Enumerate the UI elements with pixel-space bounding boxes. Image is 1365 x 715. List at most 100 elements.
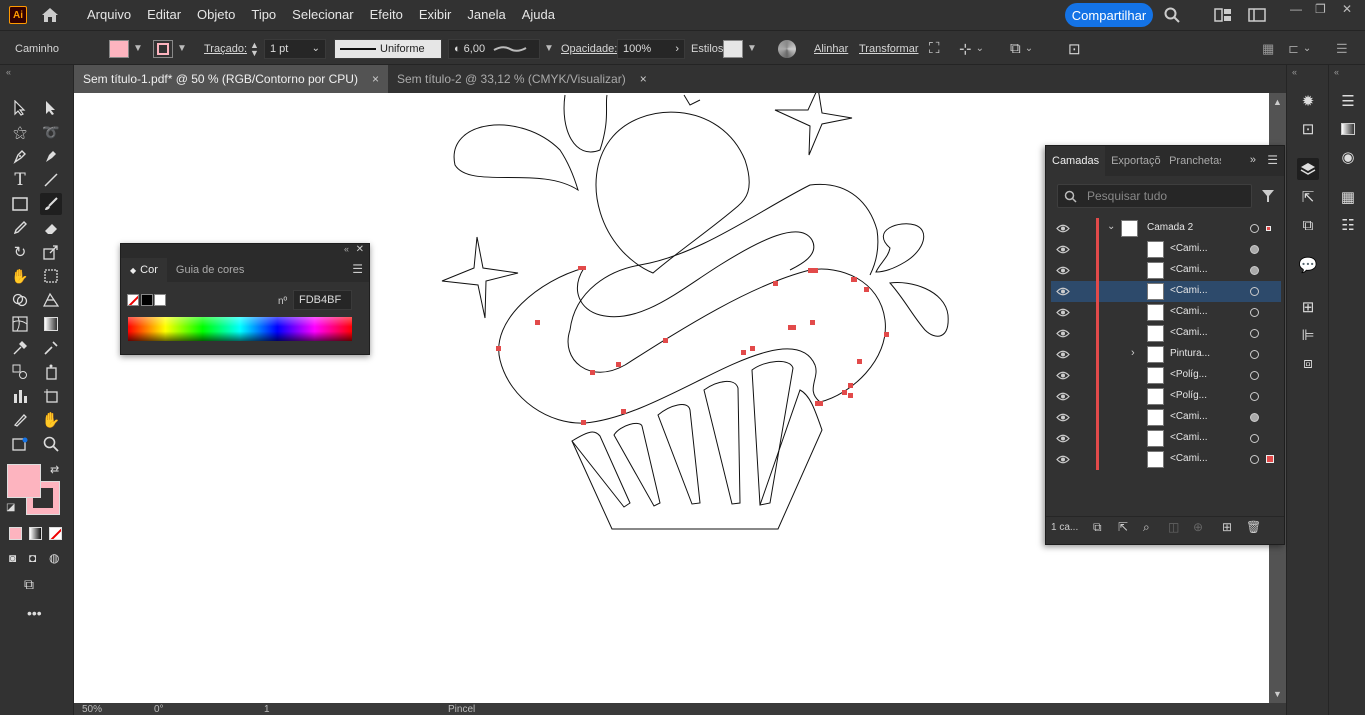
sublayer-row[interactable]: <Cami...: [1051, 407, 1281, 428]
chevron-right-icon[interactable]: ›: [1131, 347, 1135, 359]
black-swatch[interactable]: [141, 294, 153, 306]
visibility-eye-icon[interactable]: [1056, 370, 1070, 381]
selection-tool-icon[interactable]: [9, 97, 31, 119]
layer-name[interactable]: <Cami...: [1170, 411, 1208, 422]
isolate-icon[interactable]: ⛶: [929, 40, 940, 57]
libraries-icon[interactable]: ⊡: [1297, 118, 1319, 140]
lasso-tool-icon[interactable]: ➰: [40, 121, 62, 143]
zoom-tool-icon[interactable]: [40, 433, 62, 455]
home-icon[interactable]: [39, 5, 61, 25]
measure-tool-icon[interactable]: [40, 337, 62, 359]
transform-panel-icon[interactable]: ⊞: [1297, 296, 1319, 318]
perspective-grid-tool-icon[interactable]: [40, 289, 62, 311]
print-tiling-tool-icon[interactable]: [9, 433, 31, 455]
collect-export-icon[interactable]: ⧉: [1093, 520, 1102, 535]
artboard-tool-icon[interactable]: [40, 385, 62, 407]
graphic-style-swatch[interactable]: [723, 39, 743, 58]
menu-objeto[interactable]: Objeto: [189, 0, 243, 30]
collapse-icon[interactable]: «: [1334, 67, 1339, 77]
brush-definition-field[interactable]: ◐ 6,00: [448, 38, 540, 59]
symbol-sprayer-tool-icon[interactable]: [40, 361, 62, 383]
white-swatch[interactable]: [154, 294, 166, 306]
column-graph-tool-icon[interactable]: [9, 385, 31, 407]
target-icon[interactable]: [1250, 413, 1259, 422]
chevron-down-icon[interactable]: ⌄: [1303, 43, 1311, 54]
panel-menu-icon[interactable]: ☰: [1267, 153, 1278, 167]
stroke-swatch[interactable]: [153, 39, 173, 58]
hex-input[interactable]: FDB4BF: [293, 290, 352, 310]
slice-tool-icon[interactable]: [9, 409, 31, 431]
free-transform-tool-icon[interactable]: [40, 265, 62, 287]
stroke-label[interactable]: Traçado:: [204, 43, 247, 55]
zoom-level[interactable]: 50%: [82, 704, 102, 715]
chevron-down-icon[interactable]: ▼: [747, 43, 757, 54]
variable-width-profile[interactable]: Uniforme: [334, 38, 442, 59]
locate-object-icon[interactable]: ⌕: [1143, 520, 1150, 535]
sublayer-row[interactable]: <Políg...: [1051, 386, 1281, 407]
target-icon[interactable]: [1250, 392, 1259, 401]
tab-asset-export[interactable]: Exportaçõ: [1105, 146, 1163, 176]
paintbrush-tool-icon[interactable]: [40, 193, 62, 215]
layer-name[interactable]: <Cami...: [1170, 453, 1208, 464]
export-icon[interactable]: ⇱: [1297, 186, 1319, 208]
chevron-down-icon[interactable]: ⌄: [1107, 221, 1115, 232]
menu-icon[interactable]: ☰: [1337, 90, 1359, 112]
filter-icon[interactable]: [1261, 189, 1275, 206]
opacity-label[interactable]: Opacidade:: [561, 43, 617, 55]
tab-color[interactable]: ◆ Cor: [121, 258, 167, 282]
control-menu-icon[interactable]: ☰: [1336, 41, 1348, 57]
target-icon[interactable]: [1250, 455, 1259, 464]
target-icon[interactable]: [1250, 287, 1259, 296]
panel-header[interactable]: « ✕: [121, 244, 369, 258]
rotate-tool-icon[interactable]: ↻: [9, 241, 31, 263]
opacity-field[interactable]: 100% ›: [617, 38, 685, 59]
visibility-eye-icon[interactable]: [1056, 349, 1070, 360]
layer-name[interactable]: <Cami...: [1170, 327, 1208, 338]
visibility-eye-icon[interactable]: [1056, 454, 1070, 465]
screen-mode-icon[interactable]: ⧉: [24, 576, 34, 593]
collapse-icon[interactable]: «: [1292, 67, 1297, 77]
gradient-tool-icon[interactable]: [40, 313, 62, 335]
eyedropper-tool-icon[interactable]: [9, 337, 31, 359]
expand-icon[interactable]: »: [1250, 154, 1256, 166]
pathfinder-icon[interactable]: ⧈: [1297, 352, 1319, 374]
close-window-icon[interactable]: ✕: [1342, 2, 1352, 16]
new-sublayer-icon[interactable]: ⊕: [1193, 520, 1203, 534]
scroll-up-icon[interactable]: ▲: [1273, 97, 1282, 107]
more-tools-icon[interactable]: •••: [27, 605, 42, 621]
artboard-number[interactable]: 1: [264, 704, 270, 715]
visibility-eye-icon[interactable]: [1056, 433, 1070, 444]
visibility-eye-icon[interactable]: [1056, 244, 1070, 255]
align-options-icon[interactable]: ⊹: [959, 40, 972, 58]
close-icon[interactable]: ×: [640, 72, 647, 86]
layer-row[interactable]: ⌄ Camada 2: [1051, 218, 1281, 239]
gradient-panel-icon[interactable]: [1337, 118, 1359, 140]
blend-tool-icon[interactable]: [9, 361, 31, 383]
share-button[interactable]: Compartilhar: [1065, 3, 1153, 27]
visibility-eye-icon[interactable]: [1056, 391, 1070, 402]
layer-name[interactable]: <Cami...: [1170, 264, 1208, 275]
menu-arquivo[interactable]: Arquivo: [79, 0, 139, 30]
target-icon[interactable]: [1250, 308, 1259, 317]
sublayer-row[interactable]: <Cami...: [1051, 323, 1281, 344]
curvature-tool-icon[interactable]: [40, 145, 62, 167]
target-icon[interactable]: [1250, 224, 1259, 233]
sublayer-row[interactable]: <Cami...: [1051, 449, 1281, 470]
menu-janela[interactable]: Janela: [459, 0, 513, 30]
chevron-down-icon[interactable]: ▼: [177, 43, 187, 54]
direct-selection-tool-icon[interactable]: [40, 97, 62, 119]
sublayer-row[interactable]: <Cami...: [1051, 260, 1281, 281]
target-icon[interactable]: [1250, 266, 1259, 275]
layer-name[interactable]: <Cami...: [1170, 306, 1208, 317]
chevron-down-icon[interactable]: ▼: [544, 43, 554, 54]
color-spectrum[interactable]: [128, 317, 352, 341]
chevron-down-icon[interactable]: ▼: [133, 43, 143, 54]
properties-icon[interactable]: ✹: [1297, 90, 1319, 112]
stroke-weight-field[interactable]: 1 pt ⌄: [264, 38, 326, 59]
sublayer-row[interactable]: <Cami...: [1051, 302, 1281, 323]
type-tool-icon[interactable]: T: [9, 169, 31, 191]
default-colors-icon[interactable]: ◪: [6, 502, 15, 513]
color-mode-icon[interactable]: [9, 527, 22, 540]
menu-tipo[interactable]: Tipo: [243, 0, 284, 30]
shape-builder-tool-icon[interactable]: [9, 289, 31, 311]
